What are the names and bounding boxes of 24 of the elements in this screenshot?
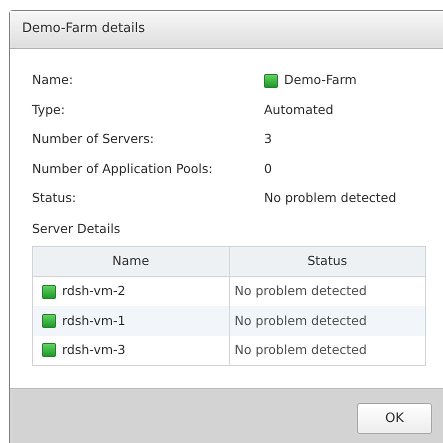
field-value: 0 xyxy=(264,160,272,178)
table-cell: No problem detected xyxy=(229,306,426,336)
field-label: Name: xyxy=(32,71,74,90)
status-icon xyxy=(42,343,56,358)
server-name: rdsh-vm-3 xyxy=(62,340,126,359)
column-header: Name xyxy=(32,246,229,277)
status-icon xyxy=(264,74,278,88)
column-header: Status xyxy=(229,246,426,277)
field-value: Automated xyxy=(264,100,334,119)
status-icon xyxy=(42,314,56,328)
table-cell: No problem detected xyxy=(229,336,426,366)
field-label: Status: xyxy=(32,189,78,208)
window-title: Demo-Farm details xyxy=(22,20,146,38)
ok-button[interactable]: OK xyxy=(357,403,432,434)
status-icon xyxy=(42,284,56,299)
section-title: Server Details xyxy=(32,220,120,238)
field-value: Demo-Farm xyxy=(284,71,357,90)
field-label: Number of Application Pools: xyxy=(32,160,214,178)
field-value: No problem detected xyxy=(264,189,396,208)
field-value: 3 xyxy=(264,130,272,148)
field-label: Type: xyxy=(32,100,66,119)
server-name: rdsh-vm-1 xyxy=(62,312,126,330)
server-name: rdsh-vm-2 xyxy=(62,282,126,300)
field-label: Number of Servers: xyxy=(32,130,155,148)
